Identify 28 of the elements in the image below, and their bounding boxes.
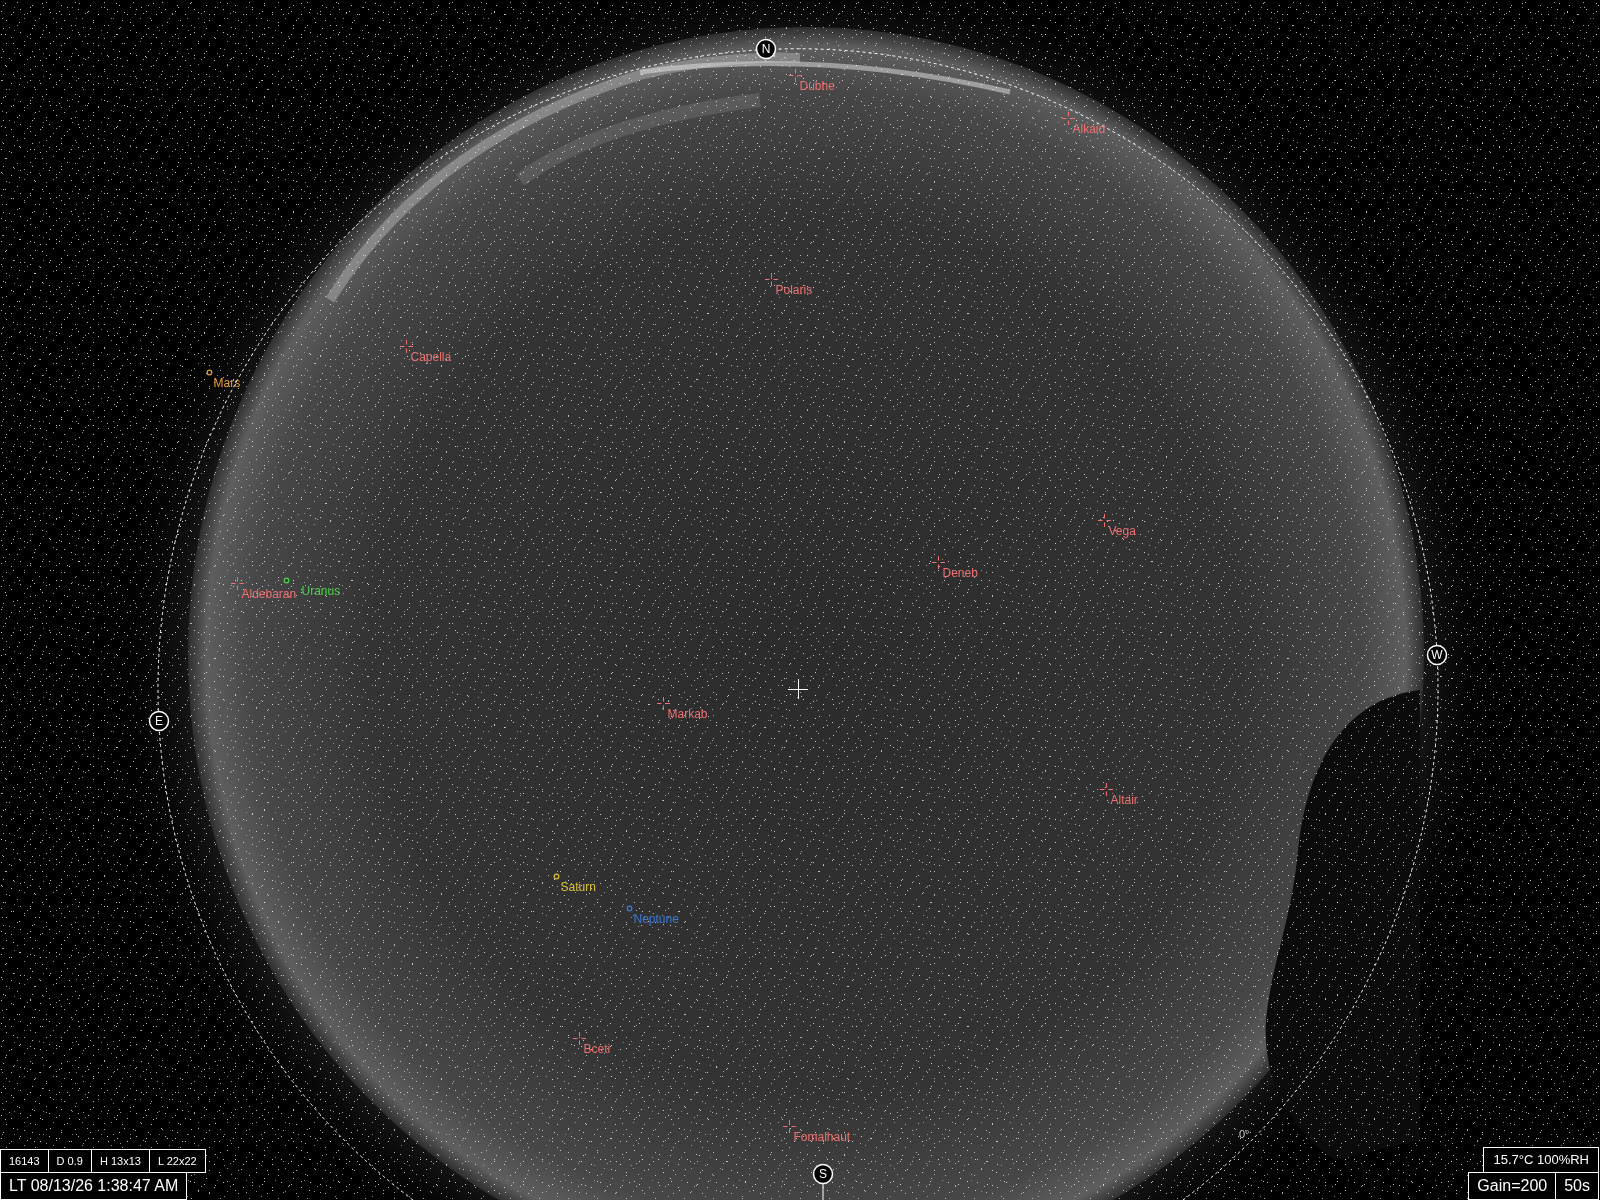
star-label: Fomalhaut: [793, 1129, 851, 1144]
exposure-readout: 50s: [1555, 1172, 1599, 1200]
star-label: Aldebaran: [241, 586, 297, 601]
status-readout: H 13x13: [90, 1149, 150, 1173]
star-label: Dubhe: [799, 78, 835, 93]
star-label: Deneb: [942, 565, 978, 580]
altitude-label: 0°: [1239, 1128, 1250, 1140]
star-label: Markab: [667, 706, 708, 721]
compass-marker: W: [1426, 644, 1448, 666]
planet-label: Uranus: [301, 583, 341, 598]
planet-label: Neptune: [633, 911, 679, 926]
planet-label: Mars: [213, 375, 241, 390]
star-label: Vega: [1108, 523, 1136, 538]
status-readout: D 0.9: [47, 1149, 92, 1173]
star-label: Bceti: [583, 1041, 611, 1056]
star-label: Capella: [410, 349, 452, 364]
compass-marker: N: [755, 38, 777, 60]
gain-readout: Gain=200: [1468, 1172, 1557, 1200]
star-label: Alkaid: [1072, 121, 1106, 136]
status-readout: L 22x22: [148, 1149, 206, 1173]
status-readout: 16143: [0, 1149, 49, 1173]
star-label: Altair: [1110, 792, 1138, 807]
planet-label: Saturn: [560, 879, 596, 894]
center-crosshair-icon: [787, 678, 809, 700]
weather-readout: 15.7°C 100%RH: [1483, 1147, 1599, 1173]
compass-marker: E: [148, 710, 170, 732]
star-label: Polaris: [775, 282, 813, 297]
timestamp-readout: LT 08/13/26 1:38:47 AM: [0, 1172, 188, 1200]
